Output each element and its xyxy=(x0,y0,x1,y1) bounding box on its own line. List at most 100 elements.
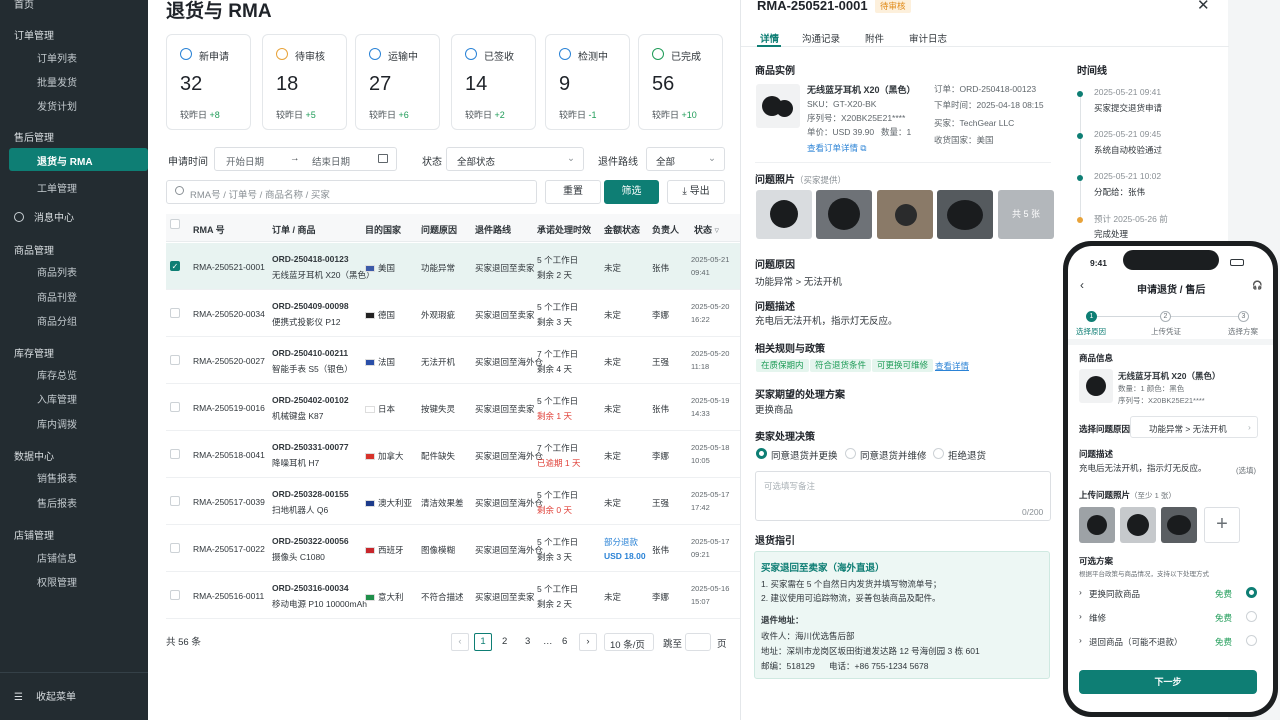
tab-attachments[interactable]: 附件 xyxy=(865,31,884,45)
uploaded-photo[interactable] xyxy=(1120,507,1156,543)
col-owner[interactable]: 负责人 xyxy=(652,223,679,236)
plan-radio[interactable] xyxy=(1246,611,1257,622)
date-range-picker[interactable]: 开始日期 → 结束日期 xyxy=(214,147,397,171)
table-row[interactable]: RMA-250517-0022 ORD-250322-00056 摄像头 C10… xyxy=(166,525,740,572)
order-number[interactable]: ORD-250322-00056 xyxy=(272,536,349,546)
row-checkbox[interactable] xyxy=(170,496,180,506)
decision-label[interactable]: 拒绝退货 xyxy=(948,448,986,462)
stat-card[interactable]: 待审核 18 较昨日 +5 xyxy=(262,34,347,130)
row-checkbox[interactable] xyxy=(170,449,180,459)
col-status[interactable]: 状态 ▿ xyxy=(694,223,719,236)
stat-card[interactable]: 新申请 32 较昨日 +8 xyxy=(166,34,251,130)
sidebar-section-products[interactable]: 商品管理 xyxy=(14,242,54,257)
jump-page-input[interactable] xyxy=(685,633,711,651)
sidebar-item-tickets[interactable]: 工单管理 xyxy=(37,180,77,195)
rma-number[interactable]: RMA-250520-0034 xyxy=(193,309,265,319)
sidebar-item-store-info[interactable]: 店铺信息 xyxy=(37,550,77,565)
row-checkbox[interactable] xyxy=(170,590,180,600)
rma-number[interactable]: RMA-250519-0016 xyxy=(193,403,265,413)
photo-thumb[interactable] xyxy=(937,190,993,239)
phone-desc-value[interactable]: 充电后无法开机，指示灯无反应。 xyxy=(1079,462,1207,474)
collapse-menu-button[interactable]: ☰ 收起菜单 xyxy=(14,688,76,703)
page-2[interactable]: 2 xyxy=(502,636,507,647)
note-textarea[interactable]: 可选填写备注 0/200 xyxy=(755,471,1051,521)
table-row[interactable]: RMA-250520-0027 ORD-250410-00211 智能手表 S5… xyxy=(166,337,740,384)
table-row[interactable]: RMA-250517-0039 ORD-250328-00155 扫地机器人 Q… xyxy=(166,478,740,525)
sidebar-item-inbound[interactable]: 入库管理 xyxy=(37,391,77,406)
next-step-button[interactable]: 下一步 xyxy=(1079,670,1257,694)
col-amount[interactable]: 金额状态 xyxy=(604,223,640,236)
stat-card[interactable]: 运输中 27 较昨日 +6 xyxy=(355,34,440,130)
order-number[interactable]: ORD-250409-00098 xyxy=(272,301,349,311)
search-input[interactable]: RMA号 / 订单号 / 商品名称 / 买家 xyxy=(166,180,537,204)
sidebar-item-groups[interactable]: 商品分组 xyxy=(37,313,77,328)
sidebar-section-data[interactable]: 数据中心 xyxy=(14,448,54,463)
prev-page-button[interactable]: ‹ xyxy=(451,633,469,651)
row-checkbox[interactable]: ✓ xyxy=(170,261,180,271)
sidebar-section-inventory[interactable]: 库存管理 xyxy=(14,345,54,360)
status-select[interactable]: 全部状态 ⌄ xyxy=(446,147,584,171)
col-rma[interactable]: RMA 号 xyxy=(193,223,225,236)
export-button[interactable]: ⤓ 导出 xyxy=(667,180,725,204)
sidebar-item-listing[interactable]: 商品刊登 xyxy=(37,289,77,304)
add-photo-button[interactable]: + xyxy=(1204,507,1240,543)
col-reason[interactable]: 问题原因 xyxy=(421,223,457,236)
sidebar-section-orders[interactable]: 订单管理 xyxy=(14,27,54,42)
photo-thumb[interactable] xyxy=(816,190,872,239)
photo-thumb[interactable] xyxy=(756,190,812,239)
rma-number[interactable]: RMA-250517-0022 xyxy=(193,544,265,554)
select-all-checkbox[interactable] xyxy=(170,219,180,229)
sidebar-item-product-list[interactable]: 商品列表 xyxy=(37,264,77,279)
order-number[interactable]: ORD-250410-00211 xyxy=(272,348,348,358)
support-icon[interactable]: 🎧 xyxy=(1252,280,1263,291)
order-number[interactable]: ORD-250328-00155 xyxy=(272,489,349,499)
plan-radio[interactable] xyxy=(1246,587,1257,598)
stat-card[interactable]: 检测中 9 较昨日 -1 xyxy=(545,34,630,130)
sidebar-item-permissions[interactable]: 权限管理 xyxy=(37,574,77,589)
phone-reason-select[interactable]: 功能异常 > 无法开机 › xyxy=(1130,416,1258,438)
sidebar-item-rma[interactable]: 退货与 RMA xyxy=(9,148,148,171)
page-size-select[interactable]: 10 条/页 xyxy=(604,633,654,651)
policy-detail-link[interactable]: 查看详情 xyxy=(935,360,969,372)
reset-button[interactable]: 重置 xyxy=(545,180,601,204)
uploaded-photo[interactable] xyxy=(1161,507,1197,543)
col-country[interactable]: 目的国家 xyxy=(365,223,401,236)
order-number[interactable]: ORD-250316-00034 xyxy=(272,583,349,593)
rma-number[interactable]: RMA-250516-0011 xyxy=(193,591,264,601)
sidebar-item-inventory-overview[interactable]: 库存总览 xyxy=(37,367,77,382)
table-row[interactable]: RMA-250520-0034 ORD-250409-00098 便携式投影仪 … xyxy=(166,290,740,337)
next-page-button[interactable]: › xyxy=(579,633,597,651)
more-photos-button[interactable]: 共 5 张 xyxy=(998,190,1054,239)
order-number[interactable]: ORD-250331-00077 xyxy=(272,442,349,452)
page-1[interactable]: 1 xyxy=(474,633,492,651)
sidebar-item-home[interactable]: 首页 xyxy=(14,0,34,11)
page-3[interactable]: 3 xyxy=(525,636,530,647)
decision-radio-reject[interactable] xyxy=(933,448,944,459)
tab-communication[interactable]: 沟通记录 xyxy=(802,31,840,45)
decision-radio-repair[interactable] xyxy=(845,448,856,459)
view-order-link[interactable]: 查看订单详情 ⧉ xyxy=(807,142,866,154)
row-checkbox[interactable] xyxy=(170,543,180,553)
table-row[interactable]: RMA-250516-0011 ORD-250316-00034 移动电源 P1… xyxy=(166,572,740,619)
order-number[interactable]: ORD-250402-00102 xyxy=(272,395,349,405)
stat-card[interactable]: 已签收 14 较昨日 +2 xyxy=(451,34,536,130)
plan-radio[interactable] xyxy=(1246,635,1257,646)
decision-radio-replace[interactable] xyxy=(756,448,767,459)
tab-detail[interactable]: 详情 xyxy=(760,31,779,45)
sidebar-item-aftersale-report[interactable]: 售后报表 xyxy=(37,495,77,510)
route-select[interactable]: 全部 ⌄ xyxy=(646,147,725,171)
sidebar-item-transfer[interactable]: 库内调拨 xyxy=(37,416,77,431)
sidebar-section-aftersale[interactable]: 售后管理 xyxy=(14,129,54,144)
sidebar-item-messages[interactable]: 消息中心 xyxy=(14,209,74,224)
sidebar-item-batch-ship[interactable]: 批量发货 xyxy=(37,74,77,89)
sidebar-item-order-list[interactable]: 订单列表 xyxy=(37,50,77,65)
decision-label[interactable]: 同意退货并更换 xyxy=(771,448,838,462)
back-icon[interactable]: ‹ xyxy=(1080,278,1084,292)
filter-button[interactable]: 筛选 xyxy=(604,180,659,204)
stat-card[interactable]: 已完成 56 较昨日 +10 xyxy=(638,34,723,130)
col-route[interactable]: 退件路线 xyxy=(475,223,511,236)
table-row[interactable]: RMA-250518-0041 ORD-250331-00077 降噪耳机 H7… xyxy=(166,431,740,478)
rma-number[interactable]: RMA-250520-0027 xyxy=(193,356,265,366)
page-6[interactable]: 6 xyxy=(562,636,567,647)
rma-number[interactable]: RMA-250518-0041 xyxy=(193,450,265,460)
